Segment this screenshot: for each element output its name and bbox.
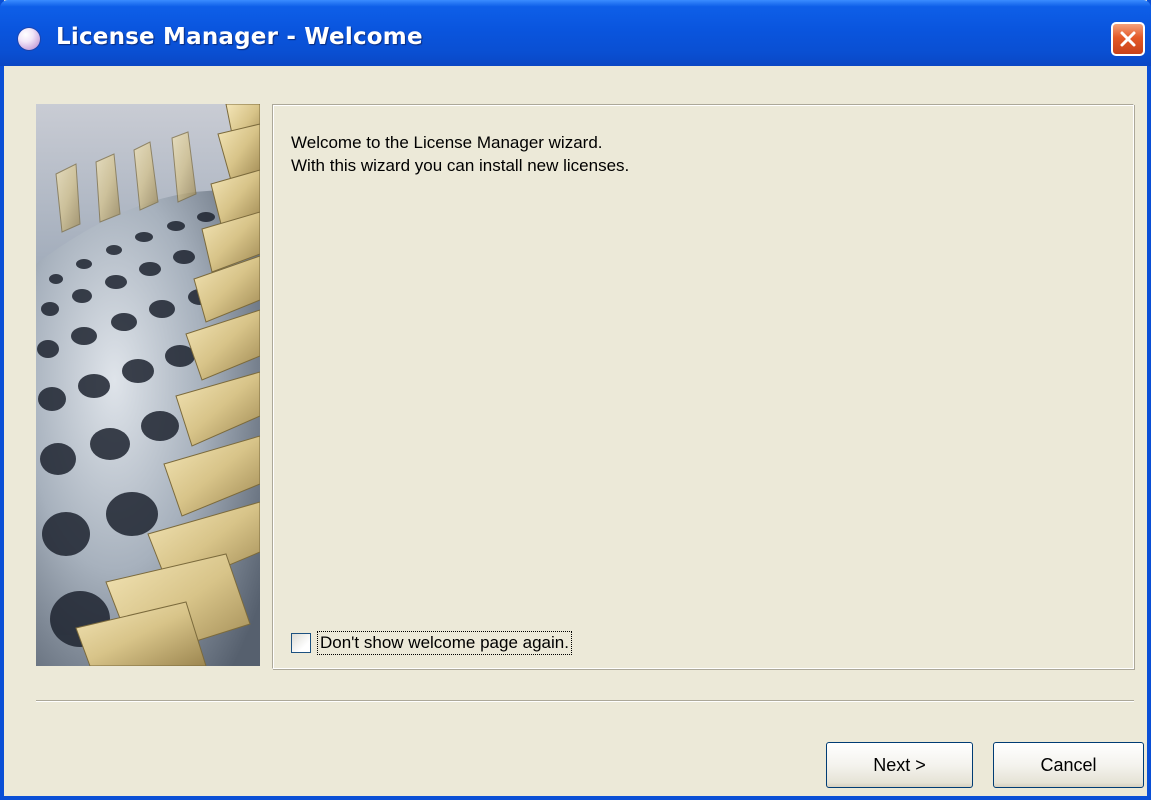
- license-manager-window: License Manager - Welcome Welcome to the…: [0, 0, 1151, 800]
- close-button[interactable]: [1111, 22, 1145, 56]
- welcome-line-2: With this wizard you can install new lic…: [291, 156, 630, 175]
- window-title: License Manager - Welcome: [56, 24, 423, 50]
- wizard-banner-image: [36, 104, 260, 666]
- cancel-button[interactable]: Cancel: [993, 742, 1144, 788]
- dont-show-welcome-label[interactable]: Don't show welcome page again.: [317, 631, 572, 655]
- close-icon: [1120, 31, 1136, 47]
- welcome-line-1: Welcome to the License Manager wizard.: [291, 133, 603, 152]
- app-orb-icon: [18, 28, 40, 50]
- dont-show-welcome-checkbox[interactable]: [291, 633, 311, 653]
- wizard-content-panel: Welcome to the License Manager wizard. W…: [272, 104, 1134, 669]
- next-button[interactable]: Next >: [826, 742, 973, 788]
- welcome-text: Welcome to the License Manager wizard. W…: [291, 131, 629, 177]
- footer-separator: [36, 700, 1134, 702]
- title-bar[interactable]: License Manager - Welcome: [0, 0, 1151, 66]
- dont-show-welcome-checkbox-row[interactable]: Don't show welcome page again.: [291, 629, 572, 657]
